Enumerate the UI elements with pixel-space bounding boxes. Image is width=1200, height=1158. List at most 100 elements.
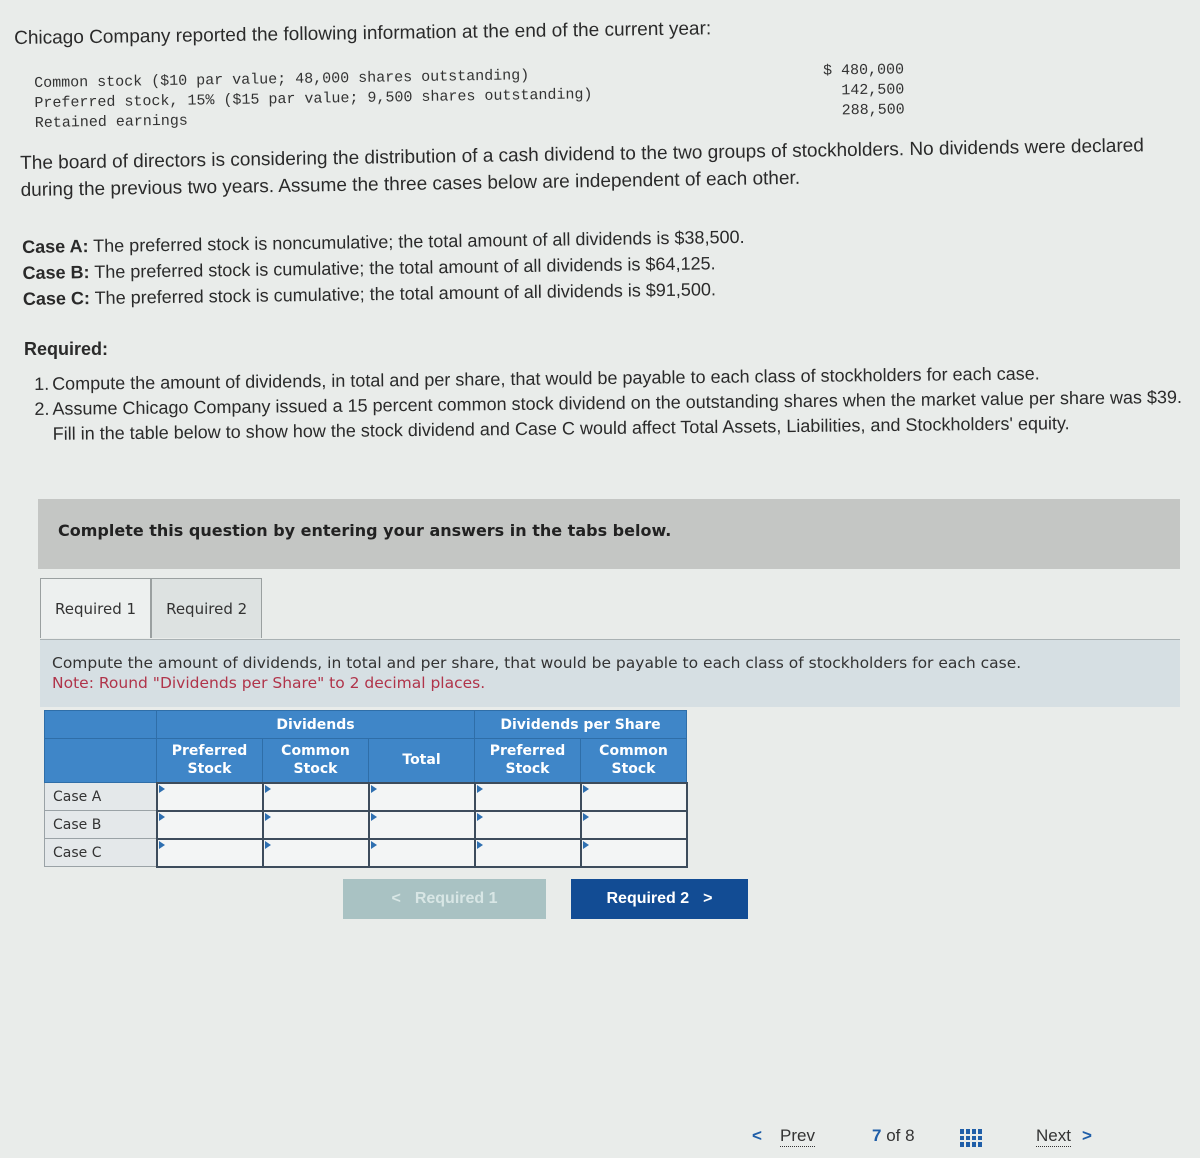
header-common-stock: Common Stock [262, 738, 369, 783]
header-blank [44, 738, 157, 783]
instruction-text: Compute the amount of dividends, in tota… [52, 654, 1022, 672]
input-case-a-common-dividends[interactable] [263, 783, 368, 810]
cell-case-a-total [367, 781, 476, 812]
cell-case-b-preferred-ps [473, 809, 582, 840]
header-dividends-per-share: Dividends per Share [474, 710, 687, 739]
cell-case-b-preferred [155, 809, 264, 840]
input-case-c-preferred-dividends[interactable] [157, 839, 262, 866]
cell-case-b-common-ps [579, 809, 688, 840]
requirement-2: 2. Assume Chicago Company issued a 15 pe… [34, 385, 1194, 447]
requirements-list: 1. Compute the amount of dividends, in t… [34, 360, 1195, 447]
cell-case-c-preferred-ps [473, 837, 582, 868]
input-flag-icon [476, 812, 483, 821]
rounding-note: Note: Round "Dividends per Share" to 2 d… [52, 674, 486, 692]
next-required-button[interactable]: Required 2 > [571, 879, 748, 919]
fact-value: $ 480,000 [822, 61, 905, 80]
fact-label: Retained earnings [34, 112, 188, 132]
header-preferred-per-share: Preferred Stock [474, 738, 581, 783]
prev-required-label: Required 1 [414, 890, 498, 907]
input-case-b-common-dividends[interactable] [263, 811, 368, 838]
input-case-b-preferred-per-share[interactable] [475, 811, 580, 838]
case-label: Case B: [22, 262, 90, 283]
input-case-c-preferred-per-share[interactable] [475, 839, 580, 866]
row-label: Case C [44, 838, 157, 867]
input-case-b-preferred-dividends[interactable] [157, 811, 262, 838]
required-heading: Required: [24, 339, 109, 359]
financial-facts: Common stock ($10 par value; 48,000 shar… [34, 60, 905, 134]
input-flag-icon [476, 784, 483, 793]
column-header-row: Preferred Stock Common Stock Total Prefe… [44, 738, 687, 783]
input-flag-icon [370, 840, 377, 849]
tab-instructions: Compute the amount of dividends, in tota… [40, 639, 1180, 707]
input-flag-icon [370, 812, 377, 821]
tab-bar: Required 1 Required 2 [40, 578, 263, 638]
row-label: Case A [44, 782, 157, 811]
input-flag-icon [264, 784, 271, 793]
input-flag-icon [264, 840, 271, 849]
instruction-banner: Complete this question by entering your … [38, 499, 1180, 569]
cell-case-b-common [261, 809, 370, 840]
requirement-number: 1. [34, 373, 50, 394]
input-case-b-total[interactable] [369, 811, 474, 838]
header-common-per-share: Common Stock [580, 738, 687, 783]
cell-case-c-preferred [155, 837, 264, 868]
fact-value: 142,500 [841, 81, 905, 100]
input-flag-icon [582, 840, 589, 849]
input-flag-icon [370, 784, 377, 793]
fact-value: 288,500 [841, 101, 905, 120]
case-text: The preferred stock is cumulative; the t… [89, 279, 717, 309]
intro-text: Chicago Company reported the following i… [14, 18, 712, 49]
cell-case-b-total [367, 809, 476, 840]
page-indicator: 7 of 8 [872, 1126, 915, 1146]
group-header-row: Dividends Dividends per Share [44, 710, 687, 739]
input-case-c-total[interactable] [369, 839, 474, 866]
tab-required-2[interactable]: Required 2 [151, 578, 263, 638]
case-label: Case C: [22, 288, 91, 309]
table-row: Case B [44, 809, 688, 840]
header-total: Total [368, 738, 475, 783]
requirement-number: 2. [34, 398, 50, 419]
input-case-c-common-per-share[interactable] [581, 839, 686, 866]
header-blank [44, 710, 157, 739]
table-row: Case A [44, 781, 688, 812]
input-flag-icon [158, 784, 165, 793]
input-flag-icon [582, 812, 589, 821]
cell-case-c-common [261, 837, 370, 868]
prev-question-link[interactable]: Prev [780, 1126, 815, 1147]
input-case-a-total[interactable] [369, 783, 474, 810]
header-dividends: Dividends [156, 710, 475, 739]
case-list: Case A: The preferred stock is noncumula… [22, 221, 923, 312]
input-flag-icon [158, 840, 165, 849]
tab-required-1[interactable]: Required 1 [40, 578, 152, 638]
input-flag-icon [476, 840, 483, 849]
input-case-b-common-per-share[interactable] [581, 811, 686, 838]
grid-icon[interactable] [960, 1129, 982, 1147]
case-label: Case A: [22, 236, 89, 257]
next-question-link[interactable]: Next [1036, 1126, 1071, 1147]
cell-case-c-common-ps [579, 837, 688, 868]
input-flag-icon [264, 812, 271, 821]
input-case-c-common-dividends[interactable] [263, 839, 368, 866]
table-row: Case C [44, 837, 688, 868]
cell-case-a-common [261, 781, 370, 812]
cell-case-a-preferred-ps [473, 781, 582, 812]
banner-text: Complete this question by entering your … [58, 521, 672, 540]
total-pages: 8 [905, 1126, 915, 1145]
cell-case-c-total [367, 837, 476, 868]
input-case-a-common-per-share[interactable] [581, 783, 686, 810]
current-page: 7 [872, 1126, 882, 1145]
prev-required-button[interactable]: < Required 1 [343, 879, 546, 919]
next-required-label: Required 2 [606, 890, 690, 907]
question-page: Chicago Company reported the following i… [0, 0, 1200, 1158]
question-pagination: < Prev 7 of 8 Next > [750, 1124, 1200, 1152]
board-paragraph: The board of directors is considering th… [20, 135, 1144, 201]
row-label: Case B [44, 810, 157, 839]
chevron-right-icon: > [703, 890, 713, 907]
input-case-a-preferred-per-share[interactable] [475, 783, 580, 810]
header-preferred-stock: Preferred Stock [156, 738, 263, 783]
input-case-a-preferred-dividends[interactable] [157, 783, 262, 810]
cell-case-a-preferred [155, 781, 264, 812]
chevron-right-icon[interactable]: > [1082, 1126, 1092, 1146]
requirement-text: Assume Chicago Company issued a 15 perce… [52, 386, 1183, 444]
chevron-left-icon[interactable]: < [752, 1126, 762, 1146]
